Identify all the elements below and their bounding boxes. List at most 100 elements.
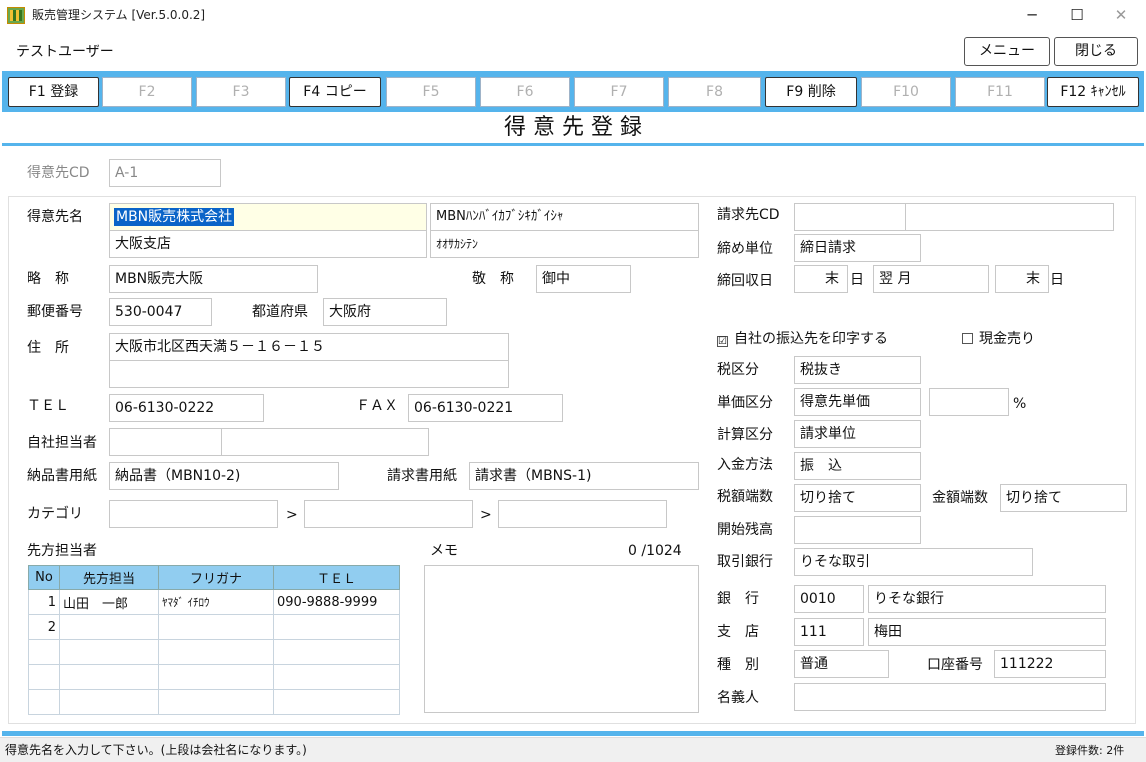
contacts-label: 先方担当者 (27, 543, 97, 559)
cell-contact[interactable] (59, 689, 159, 715)
collection-month-select[interactable]: 翌 月 (873, 265, 989, 293)
f1-register-button[interactable]: F1 登録 (8, 77, 99, 107)
cell-contact[interactable] (59, 614, 159, 640)
tax-round-label: 税額端数 (717, 489, 773, 505)
cell-tel[interactable] (273, 689, 400, 715)
memo-textarea[interactable] (424, 565, 699, 713)
closing-day-field[interactable]: 末 (794, 265, 848, 293)
price-rate-field[interactable] (929, 388, 1009, 416)
billing-cd-field[interactable] (794, 203, 906, 231)
print-bank-checkbox[interactable]: ☑ 自社の振込先を印字する (717, 329, 888, 349)
trade-bank-select[interactable]: りそな取引 (794, 548, 1033, 576)
f7-button[interactable]: F7 (574, 77, 664, 107)
tax-select[interactable]: 税抜き (794, 356, 921, 384)
honorific-field[interactable]: 御中 (536, 265, 631, 293)
f5-button[interactable]: F5 (386, 77, 476, 107)
cell-contact[interactable] (59, 664, 159, 690)
maximize-icon[interactable]: ☐ (1057, 3, 1097, 27)
cell-contact[interactable]: 山田 一郎 (59, 589, 159, 615)
f3-button[interactable]: F3 (196, 77, 286, 107)
name-kana-field[interactable]: MBNﾊﾝﾊﾞｲｶﾌﾞｼｷｶﾞｲｼｬ (430, 203, 699, 231)
amount-round-select[interactable]: 切り捨て (1000, 484, 1127, 512)
cell-tel[interactable]: 090-9888-9999 (273, 589, 400, 615)
bank-code-field[interactable]: 0010 (794, 585, 864, 613)
price-select[interactable]: 得意先単価 (794, 388, 921, 416)
fax-field[interactable]: 06-6130-0221 (408, 394, 563, 422)
cd-field[interactable]: A-1 (109, 159, 221, 187)
staff-name-field[interactable] (221, 428, 429, 456)
address-line2-field[interactable] (109, 360, 509, 388)
cell-tel[interactable] (273, 639, 400, 665)
fax-label: ＦＡＸ (356, 398, 398, 414)
bank-branch-name-field[interactable]: 梅田 (868, 618, 1106, 646)
category-1-field[interactable] (109, 500, 278, 528)
table-row[interactable] (28, 689, 400, 715)
f10-button[interactable]: F10 (861, 77, 951, 107)
delivery-form-label: 納品書用紙 (27, 468, 97, 484)
payment-select[interactable]: 振 込 (794, 452, 921, 480)
cell-no: 2 (28, 614, 60, 640)
invoice-form-select[interactable]: 請求書（MBNS-1) (469, 462, 699, 490)
cell-contact[interactable] (59, 639, 159, 665)
cell-tel[interactable] (273, 664, 400, 690)
branch-field[interactable]: 大阪支店 (109, 230, 427, 258)
closing-unit-select[interactable]: 締日請求 (794, 234, 921, 262)
address-line1-field[interactable]: 大阪市北区西天満５－１６－１５ (109, 333, 509, 361)
tel-label: ＴＥＬ (27, 398, 69, 414)
app-icon (7, 7, 25, 24)
account-number-field[interactable]: 111222 (994, 650, 1106, 678)
f4-copy-button[interactable]: F4 コピー (289, 77, 381, 107)
bank-name-field[interactable]: りそな銀行 (868, 585, 1106, 613)
category-3-field[interactable] (498, 500, 667, 528)
category-2-field[interactable] (304, 500, 473, 528)
short-field[interactable]: MBN販売大阪 (109, 265, 318, 293)
user-name: テストユーザー (16, 44, 114, 60)
print-bank-label: 自社の振込先を印字する (734, 331, 888, 347)
cell-tel[interactable] (273, 614, 400, 640)
table-row[interactable]: 1 山田 一郎 ﾔﾏﾀﾞ ｲﾁﾛｳ 090-9888-9999 (28, 589, 400, 615)
cell-furigana[interactable] (158, 664, 274, 690)
cell-furigana[interactable] (158, 689, 274, 715)
checked-box-icon: ☑ (717, 336, 728, 347)
staff-code-field[interactable] (109, 428, 222, 456)
branch-kana-field[interactable]: ｵｵｻｶｼﾃﾝ (430, 230, 699, 258)
tax-round-select[interactable]: 切り捨て (794, 484, 921, 512)
cell-furigana[interactable] (158, 614, 274, 640)
pref-field[interactable]: 大阪府 (323, 298, 447, 326)
account-type-select[interactable]: 普通 (794, 650, 889, 678)
memo-label: メモ (430, 543, 458, 559)
tel-field[interactable]: 06-6130-0222 (109, 394, 264, 422)
f2-button[interactable]: F2 (102, 77, 192, 107)
f12-cancel-button[interactable]: F12 ｷｬﾝｾﾙ (1047, 77, 1139, 107)
menu-button[interactable]: メニュー (964, 37, 1050, 66)
postal-field[interactable]: 530-0047 (109, 298, 212, 326)
f9-delete-button[interactable]: F9 削除 (765, 77, 857, 107)
holder-field[interactable] (794, 683, 1106, 711)
cash-sale-checkbox[interactable]: 現金売り (962, 329, 1035, 349)
f11-button[interactable]: F11 (955, 77, 1045, 107)
table-row[interactable] (28, 639, 400, 665)
calc-select[interactable]: 請求単位 (794, 420, 921, 448)
collection-day-field[interactable]: 末 (995, 265, 1049, 293)
table-row[interactable]: 2 (28, 614, 400, 640)
bottom-divider (2, 731, 1144, 736)
billing-name-field[interactable] (905, 203, 1114, 231)
cell-furigana[interactable] (158, 639, 274, 665)
pref-label: 都道府県 (252, 304, 308, 320)
name-label: 得意先名 (27, 209, 83, 225)
opening-field[interactable] (794, 516, 921, 544)
name-field[interactable]: MBN販売株式会社 (109, 203, 427, 231)
cash-sale-label: 現金売り (979, 331, 1035, 347)
bank-branch-code-field[interactable]: 111 (794, 618, 864, 646)
window-title: 販売管理システム [Ver.5.0.0.2] (32, 8, 206, 22)
short-label: 略 称 (27, 271, 69, 287)
f6-button[interactable]: F6 (480, 77, 570, 107)
close-icon[interactable]: ✕ (1101, 3, 1141, 27)
minimize-icon[interactable]: ─ (1012, 3, 1052, 27)
cell-furigana[interactable]: ﾔﾏﾀﾞ ｲﾁﾛｳ (158, 589, 274, 615)
table-row[interactable] (28, 664, 400, 690)
delivery-form-select[interactable]: 納品書（MBN10-2) (109, 462, 339, 490)
f8-button[interactable]: F8 (668, 77, 761, 107)
col-no: No (28, 565, 60, 590)
close-button[interactable]: 閉じる (1054, 37, 1138, 66)
